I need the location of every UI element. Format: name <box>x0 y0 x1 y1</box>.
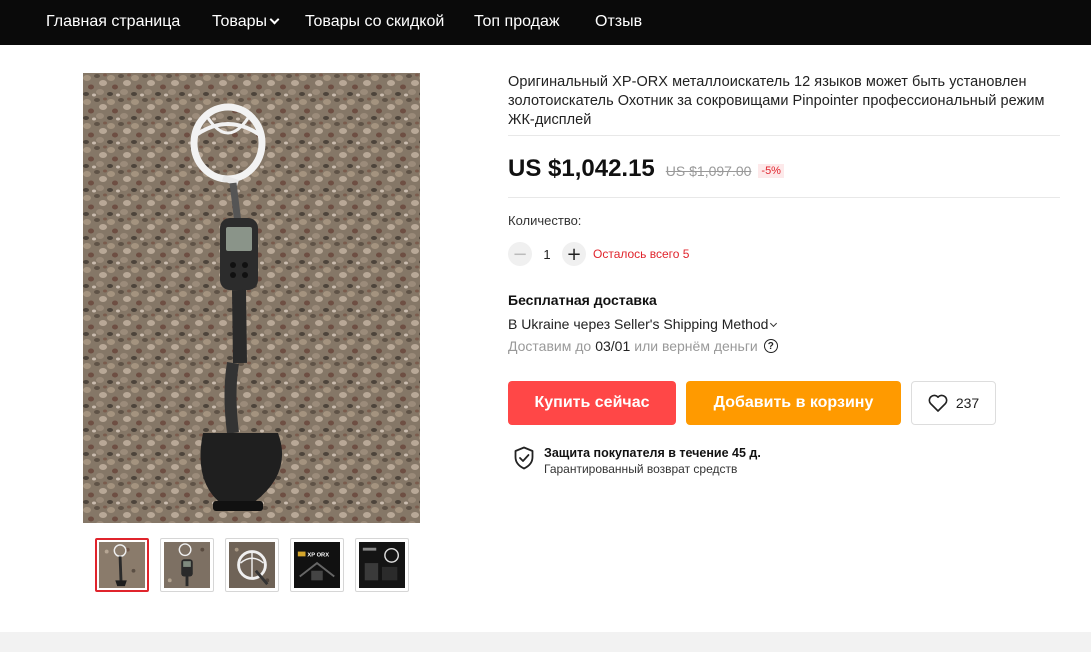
price-divider <box>508 197 1060 198</box>
chevron-down-icon <box>770 319 778 328</box>
nav-discounted-label: Товары со скидкой <box>305 13 445 30</box>
nav-home[interactable]: Главная страница <box>46 13 180 31</box>
wishlist-button[interactable]: 237 <box>911 381 996 425</box>
thumbnail-strip: XP ORX <box>95 538 409 592</box>
stock-remaining: Осталось всего 5 <box>593 247 690 261</box>
quantity-stepper: − 1 + Осталось всего 5 <box>508 242 689 266</box>
heart-icon <box>928 394 948 412</box>
shield-check-icon <box>514 446 534 470</box>
buyer-protection-title: Защита покупателя в течение 45 д. <box>544 446 761 460</box>
footer-band <box>0 632 1091 652</box>
nav-top-sales[interactable]: Топ продаж <box>474 13 560 31</box>
delivery-estimate: Доставим до 03/01 или вернём деньги ? <box>508 338 778 354</box>
current-price: US $1,042.15 <box>508 155 655 182</box>
thumbnail-5[interactable] <box>355 538 409 592</box>
thumbnail-4[interactable]: XP ORX <box>290 538 344 592</box>
price-row: US $1,042.15 US $1,097.00 -5% <box>508 155 784 183</box>
buyer-protection-text: Защита покупателя в течение 45 д. Гарант… <box>544 446 761 476</box>
detector-control-box-thumb <box>164 542 210 588</box>
nav-reviews-label: Отзыв <box>595 13 643 30</box>
nav-reviews[interactable]: Отзыв <box>595 13 642 31</box>
detector-coil-thumb <box>229 542 275 588</box>
title-divider <box>508 135 1060 136</box>
thumbnail-2[interactable] <box>160 538 214 592</box>
xp-orx-box-thumb: XP ORX <box>294 542 340 588</box>
add-to-cart-button[interactable]: Добавить в корзину <box>686 381 901 425</box>
nav-top-sales-label: Топ продаж <box>474 13 560 30</box>
quantity-label: Количество: <box>508 213 582 228</box>
nav-products-label: Товары <box>212 13 268 30</box>
chevron-down-icon <box>269 14 280 25</box>
metal-detector-photo <box>83 73 420 523</box>
shipping-method-label: В Ukraine через Seller's Shipping Method <box>508 316 769 332</box>
top-navigation: Главная страница Товары Товары со скидко… <box>0 0 1091 45</box>
nav-home-label: Главная страница <box>46 13 181 30</box>
quantity-value[interactable]: 1 <box>532 247 562 262</box>
delivery-prefix: Доставим до <box>508 338 592 354</box>
detector-package-thumb <box>359 542 405 588</box>
original-price: US $1,097.00 <box>665 163 752 179</box>
nav-discounted[interactable]: Товары со скидкой <box>305 13 444 31</box>
wishlist-count: 237 <box>955 395 980 411</box>
quantity-decrease-button[interactable]: − <box>508 242 532 266</box>
question-circle-icon[interactable]: ? <box>763 339 778 353</box>
discount-badge: -5% <box>758 164 784 178</box>
shipping-title: Бесплатная доставка <box>508 292 657 308</box>
detector-on-gravel-thumb <box>99 542 145 588</box>
delivery-date: 03/01 <box>595 338 631 354</box>
buyer-protection-subtitle: Гарантированный возврат средств <box>544 462 738 476</box>
quantity-increase-button[interactable]: + <box>562 242 586 266</box>
product-page: Главная страница Товары Товары со скидко… <box>0 0 1091 652</box>
thumbnail-1[interactable] <box>95 538 149 592</box>
main-product-image[interactable] <box>83 73 420 523</box>
product-title: Оригинальный XP-ORX металлоискатель 12 я… <box>508 74 1045 128</box>
buyer-protection: Защита покупателя в течение 45 д. Гарант… <box>513 446 761 476</box>
thumbnail-4-text: XP ORX <box>307 552 329 558</box>
thumbnail-3[interactable] <box>225 538 279 592</box>
shipping-method-selector[interactable]: В Ukraine через Seller's Shipping Method <box>508 316 778 332</box>
delivery-suffix: или вернём деньги <box>634 338 758 354</box>
buy-now-button[interactable]: Купить сейчас <box>508 381 676 425</box>
nav-products[interactable]: Товары <box>212 13 280 31</box>
